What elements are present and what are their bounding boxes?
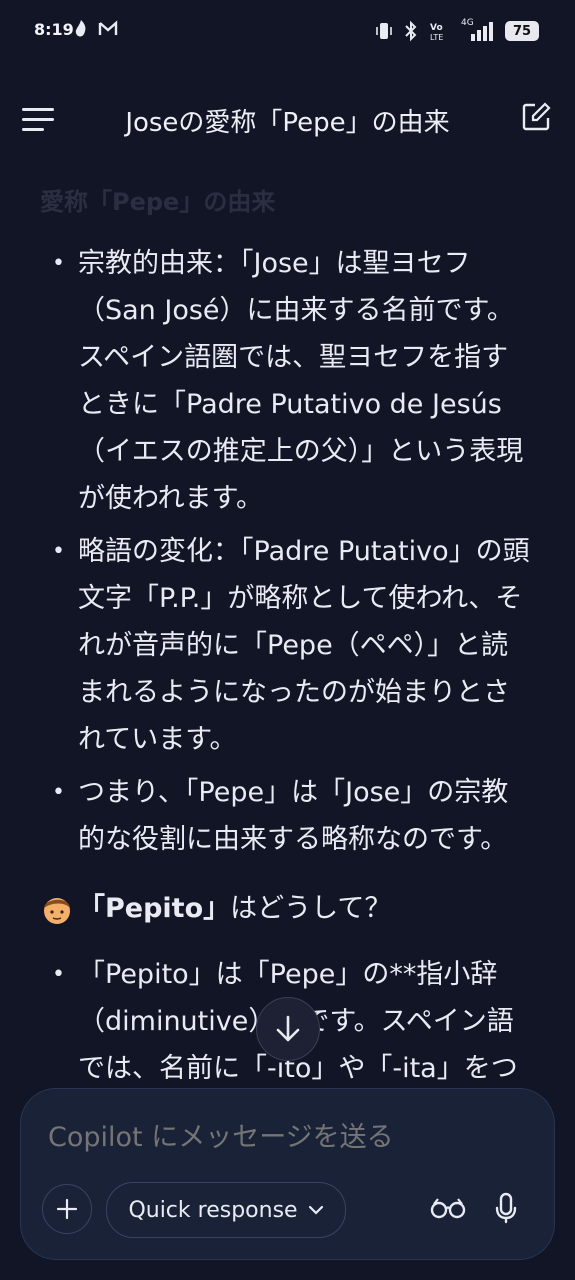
new-chat-icon[interactable] bbox=[521, 102, 551, 132]
list-item: つまり、「Pepe」は「Jose」の宗教的な役割に由来する略称なのです。 bbox=[0, 769, 575, 863]
user-question: 「Pepito」 はどうして？ bbox=[0, 889, 575, 929]
vision-button[interactable] bbox=[428, 1188, 468, 1228]
status-right-icons: Vo LTE 4G 75 bbox=[375, 18, 539, 42]
boy-emoji-icon bbox=[44, 898, 70, 924]
question-bold: 「Pepito」 bbox=[78, 893, 231, 924]
list-item: 略語の変化：「Padre Putativo」の頭文字「P.P.」が略称として使わ… bbox=[0, 528, 575, 763]
volte-icon: VoLTE bbox=[430, 23, 443, 42]
signal-4g-icon: 4G bbox=[461, 18, 495, 42]
glasses-icon bbox=[430, 1198, 466, 1219]
add-button[interactable] bbox=[42, 1184, 92, 1234]
vibrate-icon bbox=[376, 23, 392, 39]
arrow-down-icon bbox=[276, 1015, 300, 1042]
mode-label: Quick response bbox=[128, 1197, 298, 1223]
page-title: Joseの愛称「Pepe」の由来 bbox=[125, 108, 450, 138]
bluetooth-icon bbox=[405, 20, 417, 42]
faded-section-heading: 愛称「Pepe」の由来 bbox=[40, 188, 276, 216]
status-left-icons bbox=[72, 18, 118, 40]
svg-text:LTE: LTE bbox=[430, 33, 443, 42]
status-bar: 8:19 Vo LTE 4G 75 bbox=[0, 0, 575, 64]
plus-icon bbox=[56, 1198, 78, 1220]
mode-dropdown[interactable]: Quick response bbox=[106, 1182, 346, 1238]
app-header: Joseの愛称「Pepe」の由来 bbox=[0, 80, 575, 160]
status-time: 8:19 bbox=[34, 20, 74, 39]
scroll-down-button[interactable] bbox=[256, 997, 320, 1061]
notification-icon bbox=[75, 20, 86, 37]
question-text: はどうして？ bbox=[230, 893, 392, 924]
chevron-down-icon bbox=[308, 1205, 323, 1215]
voice-button[interactable] bbox=[486, 1188, 526, 1228]
gmail-icon bbox=[98, 20, 118, 35]
message-input[interactable] bbox=[48, 1122, 498, 1153]
message-composer: Quick response bbox=[20, 1088, 555, 1260]
svg-text:Vo: Vo bbox=[430, 23, 443, 33]
battery-icon: 75 bbox=[505, 21, 539, 41]
list-item: 宗教的由来：「Jose」は聖ヨセフ（San José）に由来する名前です。スペイ… bbox=[0, 240, 575, 522]
microphone-icon bbox=[495, 1192, 517, 1224]
